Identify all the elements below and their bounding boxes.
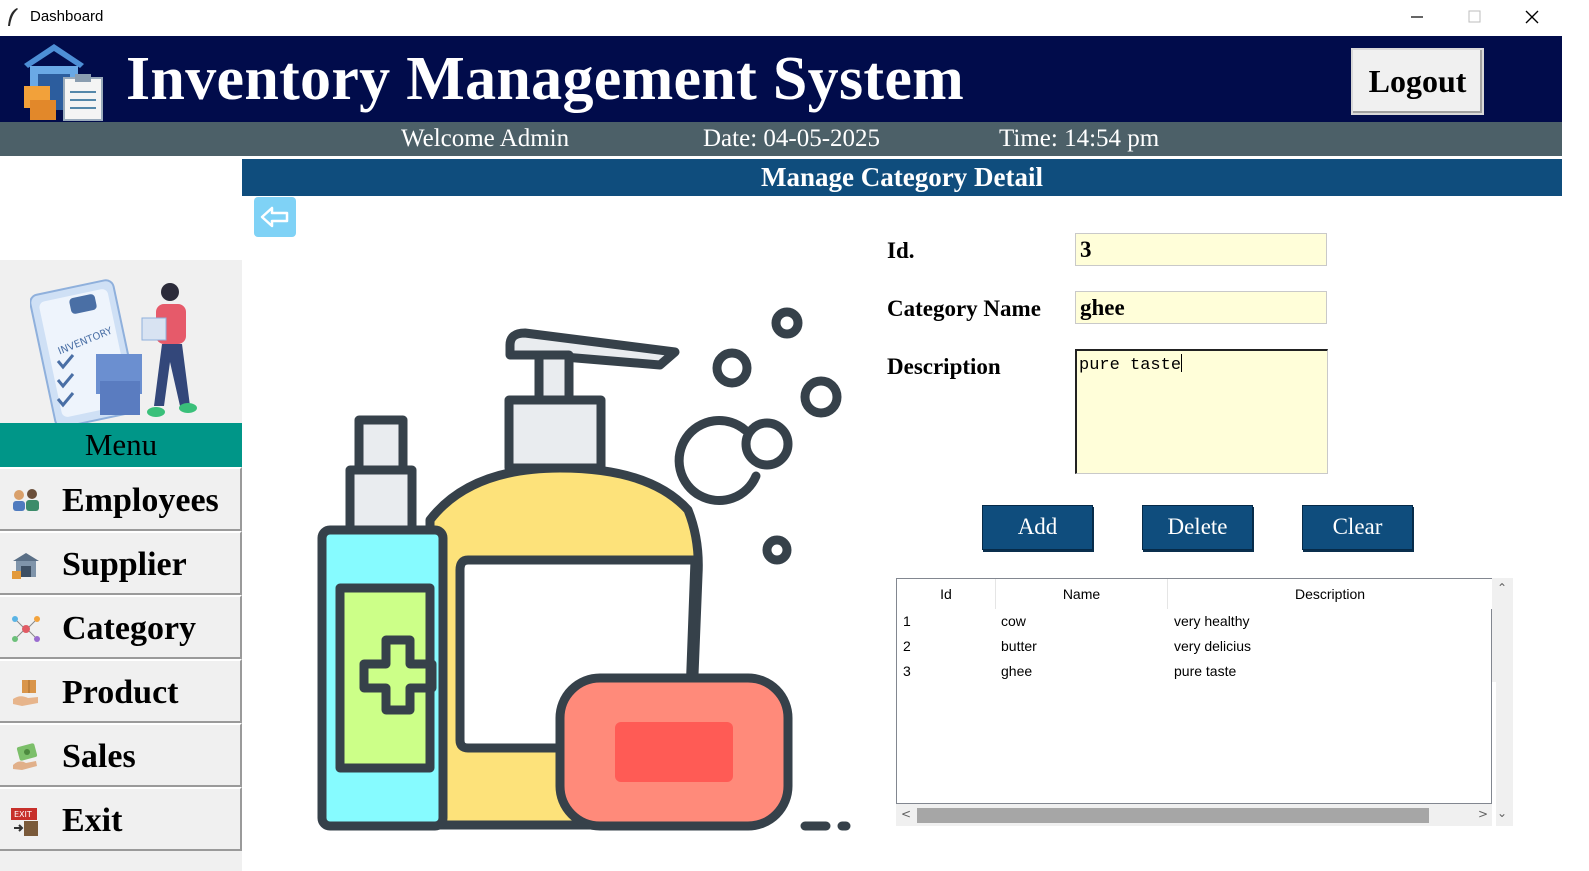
sidebar-item-label: Employees <box>62 482 219 519</box>
app-header: Inventory Management System Logout <box>0 36 1562 122</box>
category-name-label: Category Name <box>887 296 1041 321</box>
employees-icon <box>13 489 39 511</box>
app-title: Inventory Management System <box>126 45 965 113</box>
cell-description: very delicius <box>1174 638 1252 654</box>
sidebar-item-label: Sales <box>62 738 136 775</box>
category-table[interactable]: Id Name Description 1 cow very healthy 2… <box>896 578 1513 826</box>
logout-button[interactable]: Logout <box>1351 48 1484 115</box>
cell-description: pure taste <box>1174 663 1237 679</box>
cell-id: 2 <box>903 638 911 654</box>
scroll-right-icon[interactable]: > <box>1478 807 1488 821</box>
scrollbar-thumb[interactable] <box>917 808 1429 823</box>
sidebar-item-label: Supplier <box>62 546 187 583</box>
id-field[interactable]: 3 <box>1075 233 1327 266</box>
exit-icon: EXIT <box>11 808 38 836</box>
window-title: Dashboard <box>30 8 104 25</box>
sidebar-item-employees[interactable]: Employees <box>0 467 242 531</box>
column-header-id[interactable]: Id <box>897 579 996 609</box>
description-label: Description <box>887 354 1001 379</box>
cell-id: 3 <box>903 663 911 679</box>
category-icon <box>12 616 40 642</box>
window-titlebar: Dashboard <box>0 0 1589 34</box>
add-button[interactable]: Add <box>982 505 1093 550</box>
product-icon <box>13 680 38 706</box>
cell-name: ghee <box>1001 663 1033 679</box>
cell-id: 1 <box>903 613 911 629</box>
scroll-left-icon[interactable]: < <box>901 807 911 821</box>
delete-button[interactable]: Delete <box>1142 505 1253 550</box>
sidebar-item-supplier[interactable]: Supplier <box>0 531 242 595</box>
id-label: Id. <box>887 238 915 263</box>
minimize-button[interactable] <box>1390 0 1446 34</box>
sidebar-item-label: Category <box>62 610 197 647</box>
sidebar: INVENTORY Menu Employees Supplier Catego… <box>0 260 242 871</box>
table-body: Id Name Description 1 cow very healthy 2… <box>896 578 1492 804</box>
scroll-up-icon[interactable]: ⌃ <box>1497 581 1507 595</box>
sidebar-item-label: Exit <box>62 802 123 839</box>
time-text: Time: 14:54 pm <box>999 125 1160 152</box>
column-header-description[interactable]: Description <box>1168 579 1492 609</box>
cell-name: cow <box>1001 613 1026 629</box>
welcome-text: Welcome Admin <box>401 125 570 152</box>
maximize-icon <box>1468 10 1481 23</box>
back-arrow-icon <box>260 206 289 228</box>
cell-description: very healthy <box>1174 613 1250 629</box>
sidebar-item-exit[interactable]: EXIT Exit <box>0 787 242 851</box>
date-text: Date: 04-05-2025 <box>703 125 881 152</box>
scroll-down-icon[interactable]: ⌄ <box>1497 806 1507 820</box>
back-button[interactable] <box>254 197 296 237</box>
sidebar-item-label: Product <box>62 674 179 711</box>
clear-button[interactable]: Clear <box>1302 505 1413 550</box>
inventory-illustration-icon: INVENTORY <box>30 279 197 426</box>
sidebar-item-category[interactable]: Category <box>0 595 242 659</box>
soap-bottles-illustration-icon <box>317 307 851 831</box>
sidebar-item-sales[interactable]: Sales <box>0 723 242 787</box>
menu-heading: Menu <box>0 423 242 467</box>
close-icon <box>1525 10 1539 24</box>
svg-text:EXIT: EXIT <box>14 810 32 819</box>
horizontal-scrollbar[interactable]: < > <box>896 804 1492 826</box>
close-button[interactable] <box>1504 0 1560 34</box>
supplier-icon <box>12 553 39 579</box>
cell-name: butter <box>1001 638 1037 654</box>
description-textarea[interactable]: pure taste <box>1075 349 1328 474</box>
text-caret <box>1181 354 1183 372</box>
minimize-icon <box>1411 16 1423 18</box>
maximize-button[interactable] <box>1447 0 1503 34</box>
sidebar-item-product[interactable]: Product <box>0 659 242 723</box>
category-name-field[interactable]: ghee <box>1075 291 1327 324</box>
column-header-name[interactable]: Name <box>996 579 1168 609</box>
description-text: pure taste <box>1079 356 1182 375</box>
sales-icon <box>13 743 38 770</box>
scrollbar-track <box>1492 682 1496 826</box>
warehouse-logo-icon <box>24 44 103 121</box>
vertical-scrollbar[interactable]: ⌃ ⌄ <box>1492 578 1513 826</box>
feather-icon <box>8 8 18 26</box>
section-title: Manage Category Detail <box>242 159 1562 196</box>
status-bar: Welcome Admin Date: 04-05-2025 Time: 14:… <box>0 122 1562 156</box>
